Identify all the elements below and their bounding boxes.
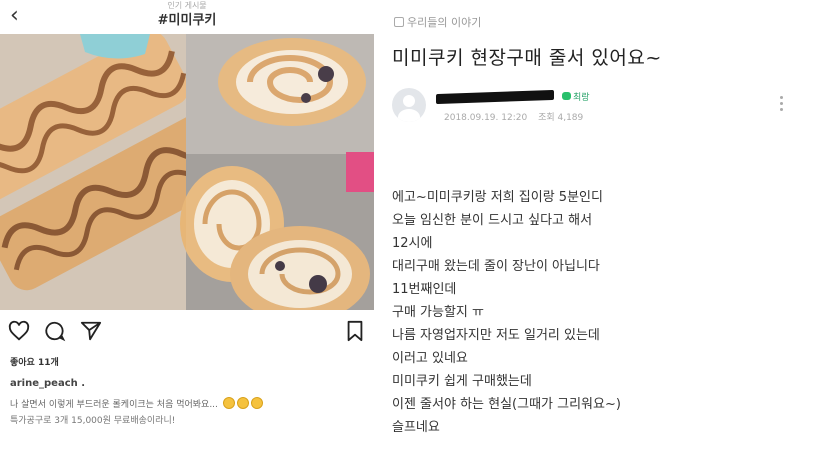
article-views: 조회 4,189 (538, 113, 584, 123)
body-line: 에고~미미쿠키랑 저희 집이랑 5분인디 (392, 190, 603, 205)
heart-icon[interactable] (8, 320, 30, 342)
emoji-icon (222, 397, 235, 409)
article-title: 미미쿠키 현장구매 줄서 있어요~ (392, 47, 662, 69)
post-username[interactable]: arine_peach . (10, 378, 85, 389)
board-name[interactable]: 우리들의 이야기 (394, 14, 481, 30)
body-line: 12시에 (392, 236, 433, 251)
author-info: 최랑 2018.09.19. 12:20 조회 4,189 (392, 88, 832, 128)
article-date: 2018.09.19. 12:20 (444, 113, 528, 123)
hashtag-title: #미미쿠키 (157, 13, 217, 28)
body-line: 11번째인데 (392, 282, 457, 297)
body-line: 슬프네요 (392, 420, 440, 435)
level-icon (562, 92, 571, 100)
community-article: 우리들의 이야기 미미쿠키 현장구매 줄서 있어요~ 최랑 2018.09.19… (384, 0, 840, 451)
post-caption-line2: 특가공구로 3개 15,000원 무료배송이라니! (10, 416, 176, 426)
post-actions (0, 316, 374, 344)
body-line: 나름 자영업자지만 저도 일거리 있는데 (392, 328, 600, 343)
send-icon[interactable] (80, 320, 102, 342)
bookmark-icon[interactable] (344, 320, 366, 342)
article-meta: 2018.09.19. 12:20 조회 4,189 (444, 110, 591, 123)
board-icon (394, 17, 404, 27)
author-level-label: 최랑 (573, 93, 590, 103)
body-line: 이젠 줄서야 하는 현실(그때가 그리워요~) (392, 397, 621, 412)
body-line: 이러고 있네요 (392, 351, 468, 366)
post-photo[interactable] (0, 34, 374, 310)
emoji-icon (236, 397, 249, 409)
body-line: 오늘 임신한 분이 드시고 싶다고 해서 (392, 213, 593, 228)
author-level: 최랑 (562, 90, 590, 103)
instagram-post: ‹ 인기 게시물 #미미쿠키 좋아요 11개 arine_peach . 나 살… (0, 0, 374, 451)
post-header: ‹ 인기 게시물 #미미쿠키 (0, 0, 374, 34)
post-caption-line1: 나 살면서 이렇게 부드러운 롤케이크는 처음 먹어봐요... (10, 397, 263, 410)
article-body: 에고~미미쿠키랑 저희 집이랑 5분인디 오늘 임신한 분이 드시고 싶다고 해… (392, 186, 832, 439)
comment-icon[interactable] (44, 320, 66, 342)
roll-cake-photo (0, 34, 374, 310)
emoji-icon (250, 397, 263, 409)
likes-count[interactable]: 좋아요 11개 (10, 355, 59, 368)
avatar[interactable] (392, 88, 426, 122)
more-options-icon[interactable] (780, 96, 784, 114)
board-label: 우리들의 이야기 (407, 16, 482, 29)
caption-text: 나 살면서 이렇게 부드러운 롤케이크는 처음 먹어봐요... (10, 400, 218, 410)
body-line: 대리구매 왔는데 줄이 장난이 아닙니다 (392, 259, 600, 274)
body-line: 미미쿠키 쉽게 구매했는데 (392, 374, 532, 389)
body-line: 구매 가능할지 ㅠ (392, 305, 484, 320)
redacted-nickname (436, 89, 554, 105)
